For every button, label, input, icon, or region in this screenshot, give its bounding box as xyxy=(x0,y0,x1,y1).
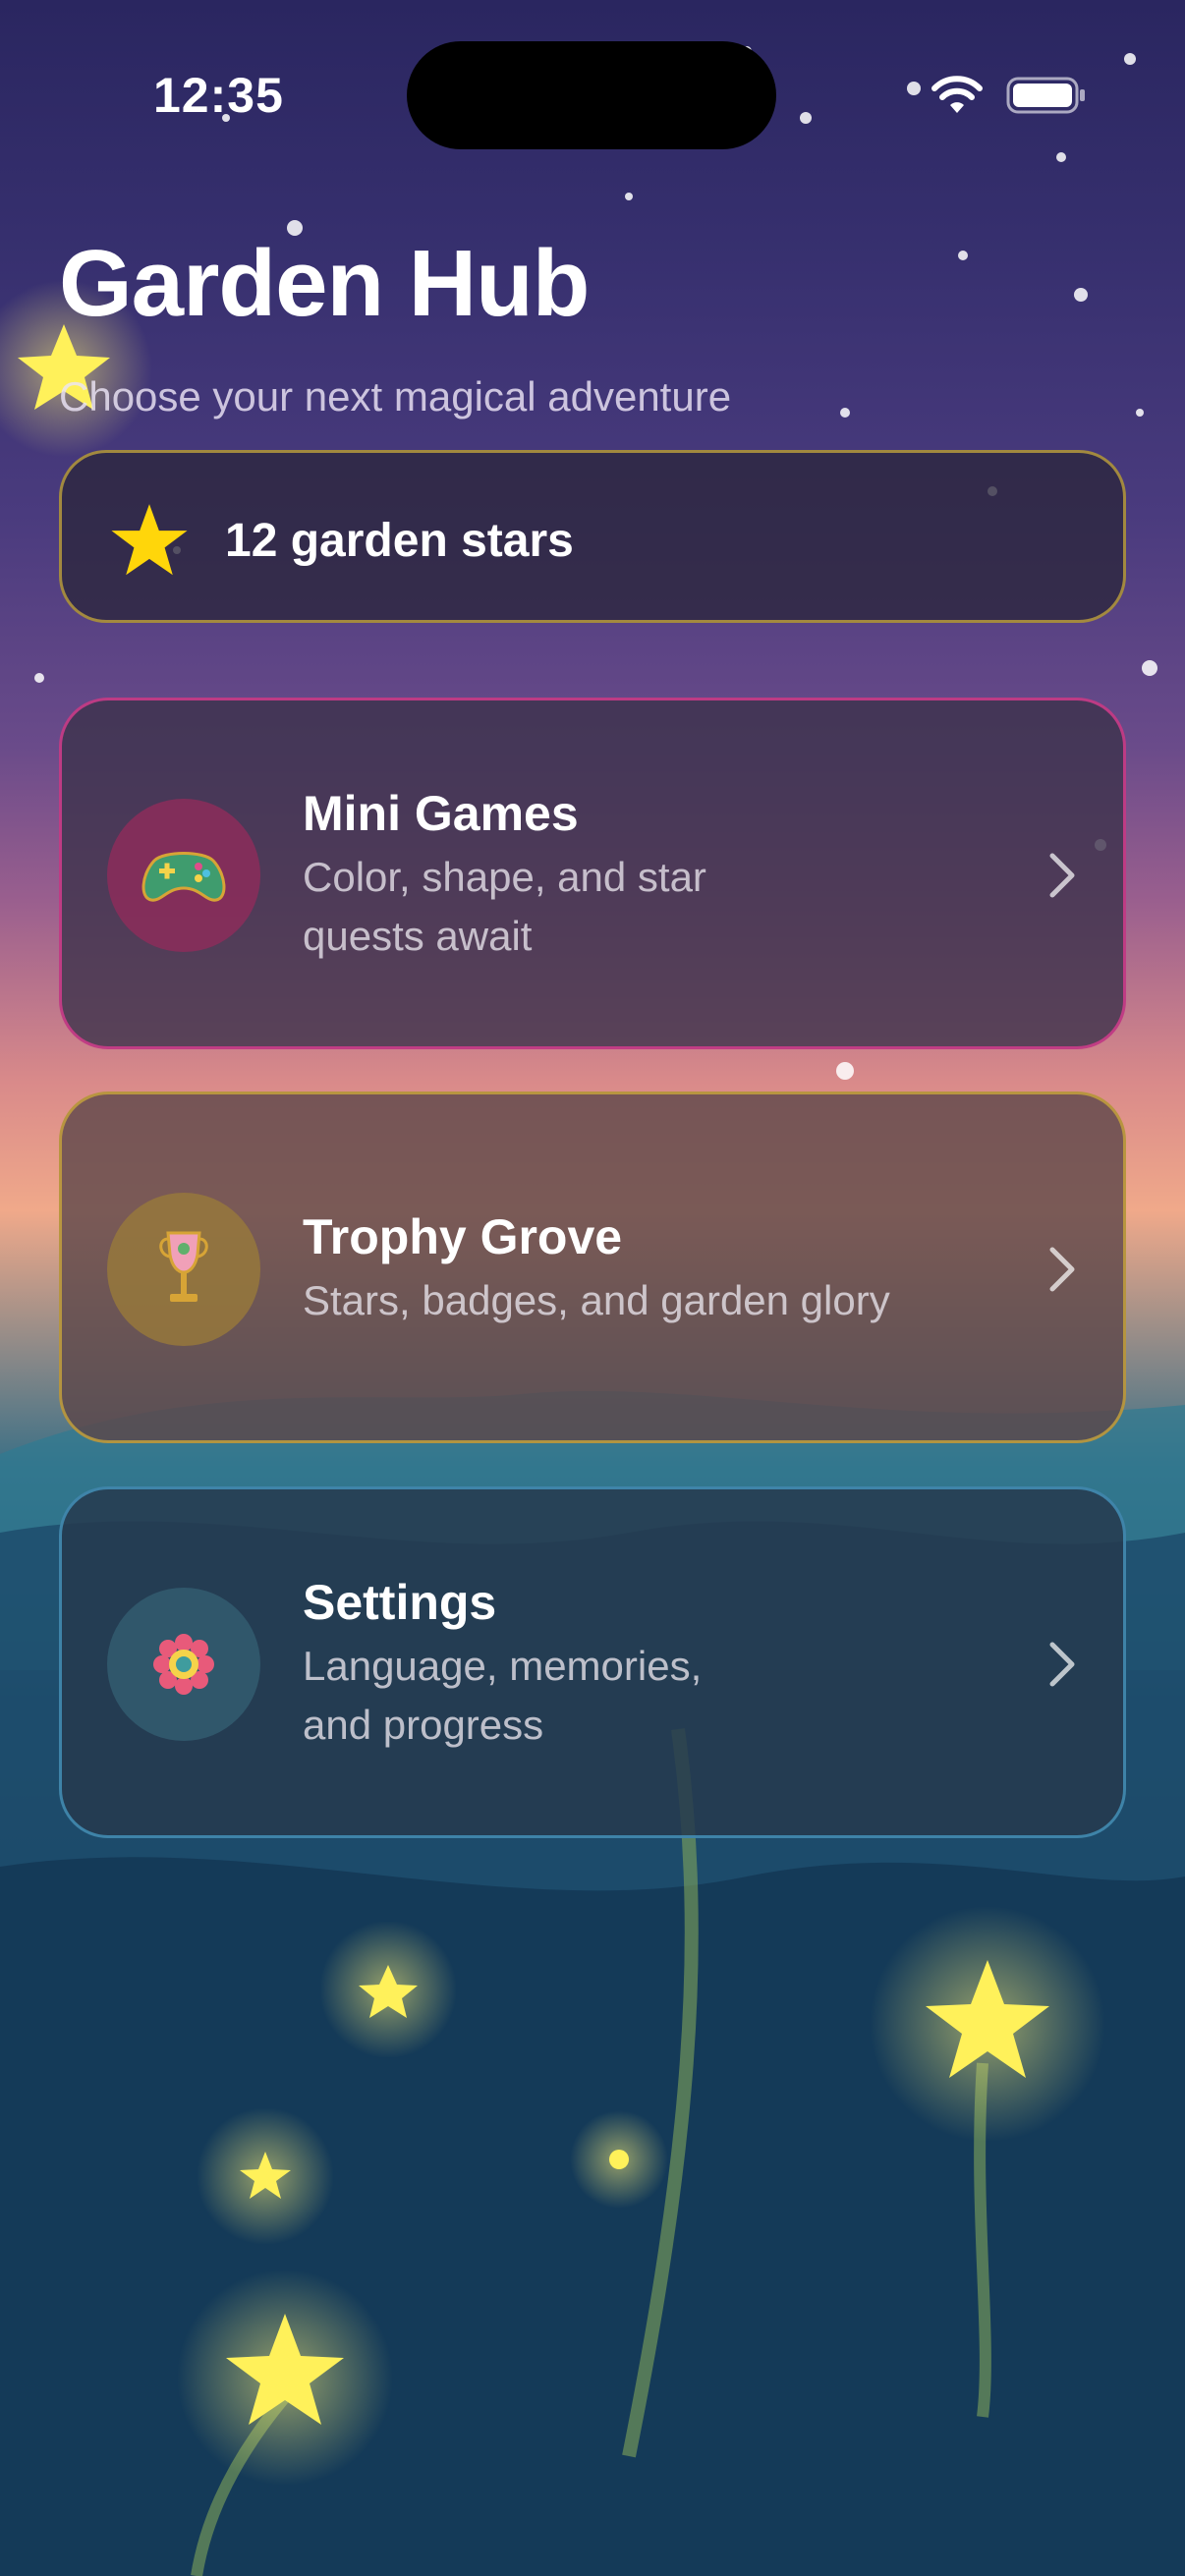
settings-card[interactable]: Settings Language, memories, and progres… xyxy=(59,1486,1126,1838)
trophy-grove-badge xyxy=(107,1193,260,1346)
settings-title: Settings xyxy=(303,1575,497,1630)
page-title: Garden Hub xyxy=(59,231,590,336)
wifi-icon xyxy=(931,76,983,113)
game-controller-icon xyxy=(141,852,226,902)
garden-stars-count: 12 garden stars xyxy=(225,515,574,567)
status-time: 12:35 xyxy=(153,68,284,123)
battery-icon xyxy=(1006,77,1085,114)
mini-games-description-line-2: quests await xyxy=(303,913,533,959)
dynamic-island xyxy=(407,41,776,149)
chevron-right-icon xyxy=(1049,1247,1075,1292)
mini-games-card[interactable]: Mini Games Color, shape, and star quests… xyxy=(59,698,1126,1049)
mini-games-badge xyxy=(107,799,260,952)
trophy-icon xyxy=(159,1231,208,1302)
chevron-right-icon xyxy=(1049,1642,1075,1687)
trophy-grove-card[interactable]: Trophy Grove Stars, badges, and garden g… xyxy=(59,1092,1126,1443)
mini-games-description-line-1: Color, shape, and star xyxy=(303,854,706,900)
page-subtitle: Choose your next magical adventure xyxy=(59,373,732,420)
garden-stars-summary: 12 garden stars xyxy=(59,450,1126,623)
flower-gear-icon xyxy=(153,1634,214,1695)
settings-badge xyxy=(107,1588,260,1741)
trophy-grove-title: Trophy Grove xyxy=(303,1209,623,1264)
star-icon xyxy=(111,504,188,576)
mini-games-title: Mini Games xyxy=(303,786,579,841)
status-bar: 12:35 xyxy=(0,0,1185,149)
status-icons xyxy=(931,71,1087,120)
trophy-grove-description: Stars, badges, and garden glory xyxy=(303,1277,890,1323)
chevron-right-icon xyxy=(1049,853,1075,898)
settings-description-line-2: and progress xyxy=(303,1702,544,1748)
settings-description-line-1: Language, memories, xyxy=(303,1643,703,1689)
